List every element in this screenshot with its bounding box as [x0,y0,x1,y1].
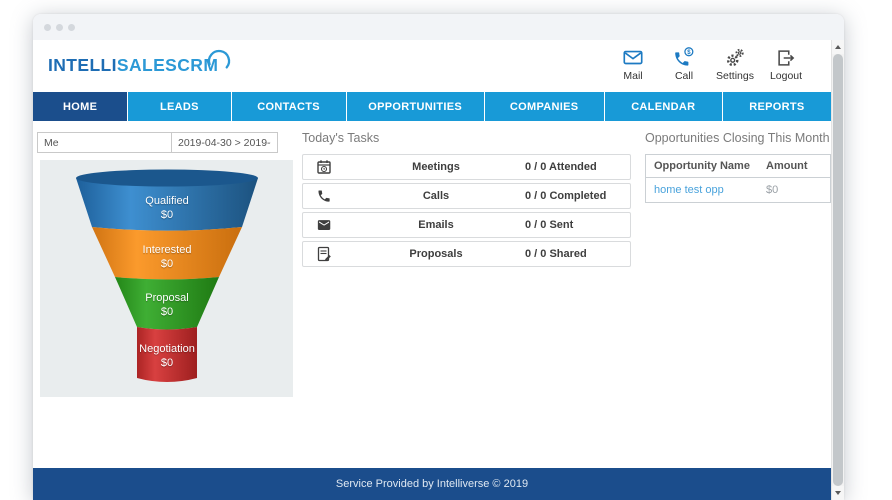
funnel-top-opening [76,169,258,187]
todays-tasks-section: Today's Tasks Meetings 0 / 0 Attended Ca… [302,131,631,270]
logout-label: Logout [769,70,803,82]
vertical-scrollbar[interactable] [831,40,844,500]
app-header: INTELLI SALESCRM Mail $ Call Settings Lo… [33,40,831,92]
opportunity-amount: $0 [766,184,779,196]
logo-text-secondary: SALESCRM [116,55,219,75]
column-header-opportunity-name: Opportunity Name [645,154,758,178]
logo-swoosh-icon [208,49,231,69]
window-control-dot[interactable] [68,23,75,31]
tab-home[interactable]: HOME [33,92,129,121]
task-value: 0 / 0 Sent [525,219,574,231]
table-row: home test opp $0 [646,178,831,203]
funnel-label: Qualified [145,195,188,207]
task-row-emails[interactable]: Emails 0 / 0 Sent [302,212,631,238]
gears-icon [726,48,744,67]
sales-funnel-chart: Qualified $0 Interested $0 Proposal $0 N… [40,160,293,397]
call-button[interactable]: $ Call [665,47,703,82]
funnel-label: Interested [143,244,192,256]
arrow-down-icon [835,491,841,495]
owner-filter-input[interactable] [37,132,172,153]
mail-icon [623,50,643,65]
task-value: 0 / 0 Attended [525,161,597,173]
app-logo: INTELLI SALESCRM [48,49,231,76]
main-nav: HOME LEADS CONTACTS OPPORTUNITIES COMPAN… [33,92,831,121]
window-control-dot[interactable] [44,23,51,31]
tasks-title: Today's Tasks [302,131,380,145]
opportunities-title: Opportunities Closing This Month [645,131,830,145]
funnel-label: Proposal [145,292,188,304]
settings-label: Settings [716,70,754,82]
tab-leads[interactable]: LEADS [128,92,232,121]
logo-text-primary: INTELLI [48,55,117,75]
task-label: Meetings [412,161,460,173]
header-actions: Mail $ Call Settings Logout [614,47,805,82]
tab-reports[interactable]: REPORTS [723,92,831,121]
funnel-amount: $0 [161,306,173,318]
call-label: Call [674,70,694,82]
opportunities-table: Opportunity Name Amount home test opp $0 [645,154,831,203]
arrow-up-icon [835,45,841,49]
opportunities-section: Opportunities Closing This Month Opportu… [645,131,831,203]
task-value: 0 / 0 Completed [525,190,607,202]
task-label: Emails [418,219,454,231]
calendar-icon [303,159,332,175]
document-icon [303,246,332,262]
logout-icon [778,50,795,66]
funnel-amount: $0 [161,209,173,221]
task-row-calls[interactable]: Calls 0 / 0 Completed [302,183,631,209]
funnel-amount: $0 [161,357,173,369]
scrollbar-up-button[interactable] [832,40,844,54]
window-control-dot[interactable] [56,23,63,31]
tab-companies[interactable]: COMPANIES [485,92,605,121]
tab-opportunities[interactable]: OPPORTUNITIES [347,92,485,121]
logout-button[interactable]: Logout [767,47,805,82]
task-value: 0 / 0 Shared [525,248,587,260]
task-row-meetings[interactable]: Meetings 0 / 0 Attended [302,154,631,180]
date-range-input[interactable] [171,132,278,153]
task-label: Calls [422,190,450,202]
phone-icon [303,188,332,204]
tab-calendar[interactable]: CALENDAR [605,92,723,121]
scrollbar-thumb[interactable] [833,54,843,486]
mail-button[interactable]: Mail [614,47,652,82]
funnel-amount: $0 [161,258,173,270]
footer-text: Service Provided by Intelliverse © 2019 [335,478,529,490]
scrollbar-down-button[interactable] [832,486,844,500]
task-row-proposals[interactable]: Proposals 0 / 0 Shared [302,241,631,267]
envelope-icon [303,217,332,233]
window-titlebar [33,14,844,40]
funnel-label: Negotiation [139,343,195,355]
app-footer: Service Provided by Intelliverse © 2019 [33,468,831,500]
filter-bar [37,132,278,153]
dashboard-main: Qualified $0 Interested $0 Proposal $0 N… [33,121,831,468]
mail-label: Mail [623,70,643,82]
call-dollar-icon: $ [675,47,694,66]
tab-contacts[interactable]: CONTACTS [232,92,347,121]
app-window: INTELLI SALESCRM Mail $ Call Settings Lo… [33,14,844,500]
settings-button[interactable]: Settings [716,47,754,82]
opportunity-link[interactable]: home test opp [654,184,724,196]
column-header-amount: Amount [758,154,831,178]
task-label: Proposals [409,248,463,260]
